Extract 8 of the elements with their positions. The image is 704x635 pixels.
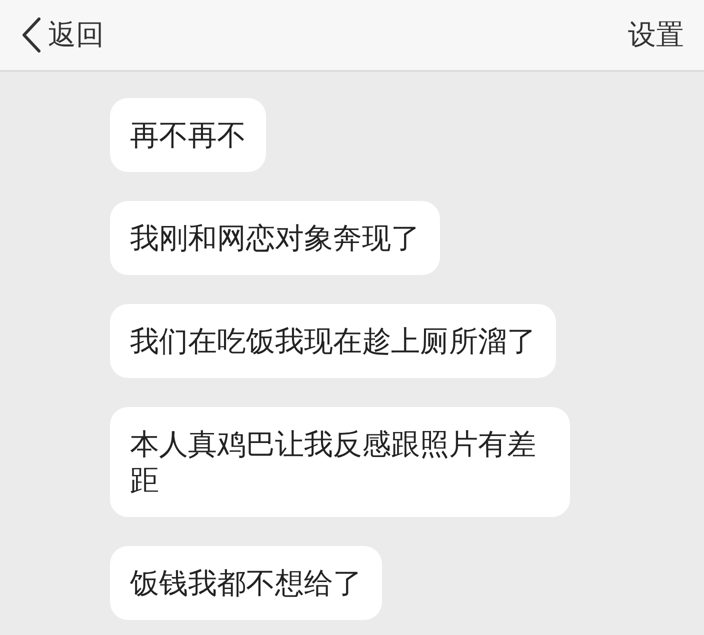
message-bubble: 再不再不: [110, 98, 266, 172]
back-chevron-icon: [20, 17, 42, 53]
message-bubble: 我们在吃饭我现在趁上厕所溜了: [110, 304, 556, 378]
message-bubble: 饭钱我都不想给了: [110, 546, 382, 620]
message-bubble: 我刚和网恋对象奔现了: [110, 201, 440, 275]
message-bubble: 本人真鸡巴让我反感跟照片有差距: [110, 407, 570, 517]
settings-button[interactable]: 设置: [628, 16, 684, 54]
back-button[interactable]: 返回: [20, 16, 104, 54]
